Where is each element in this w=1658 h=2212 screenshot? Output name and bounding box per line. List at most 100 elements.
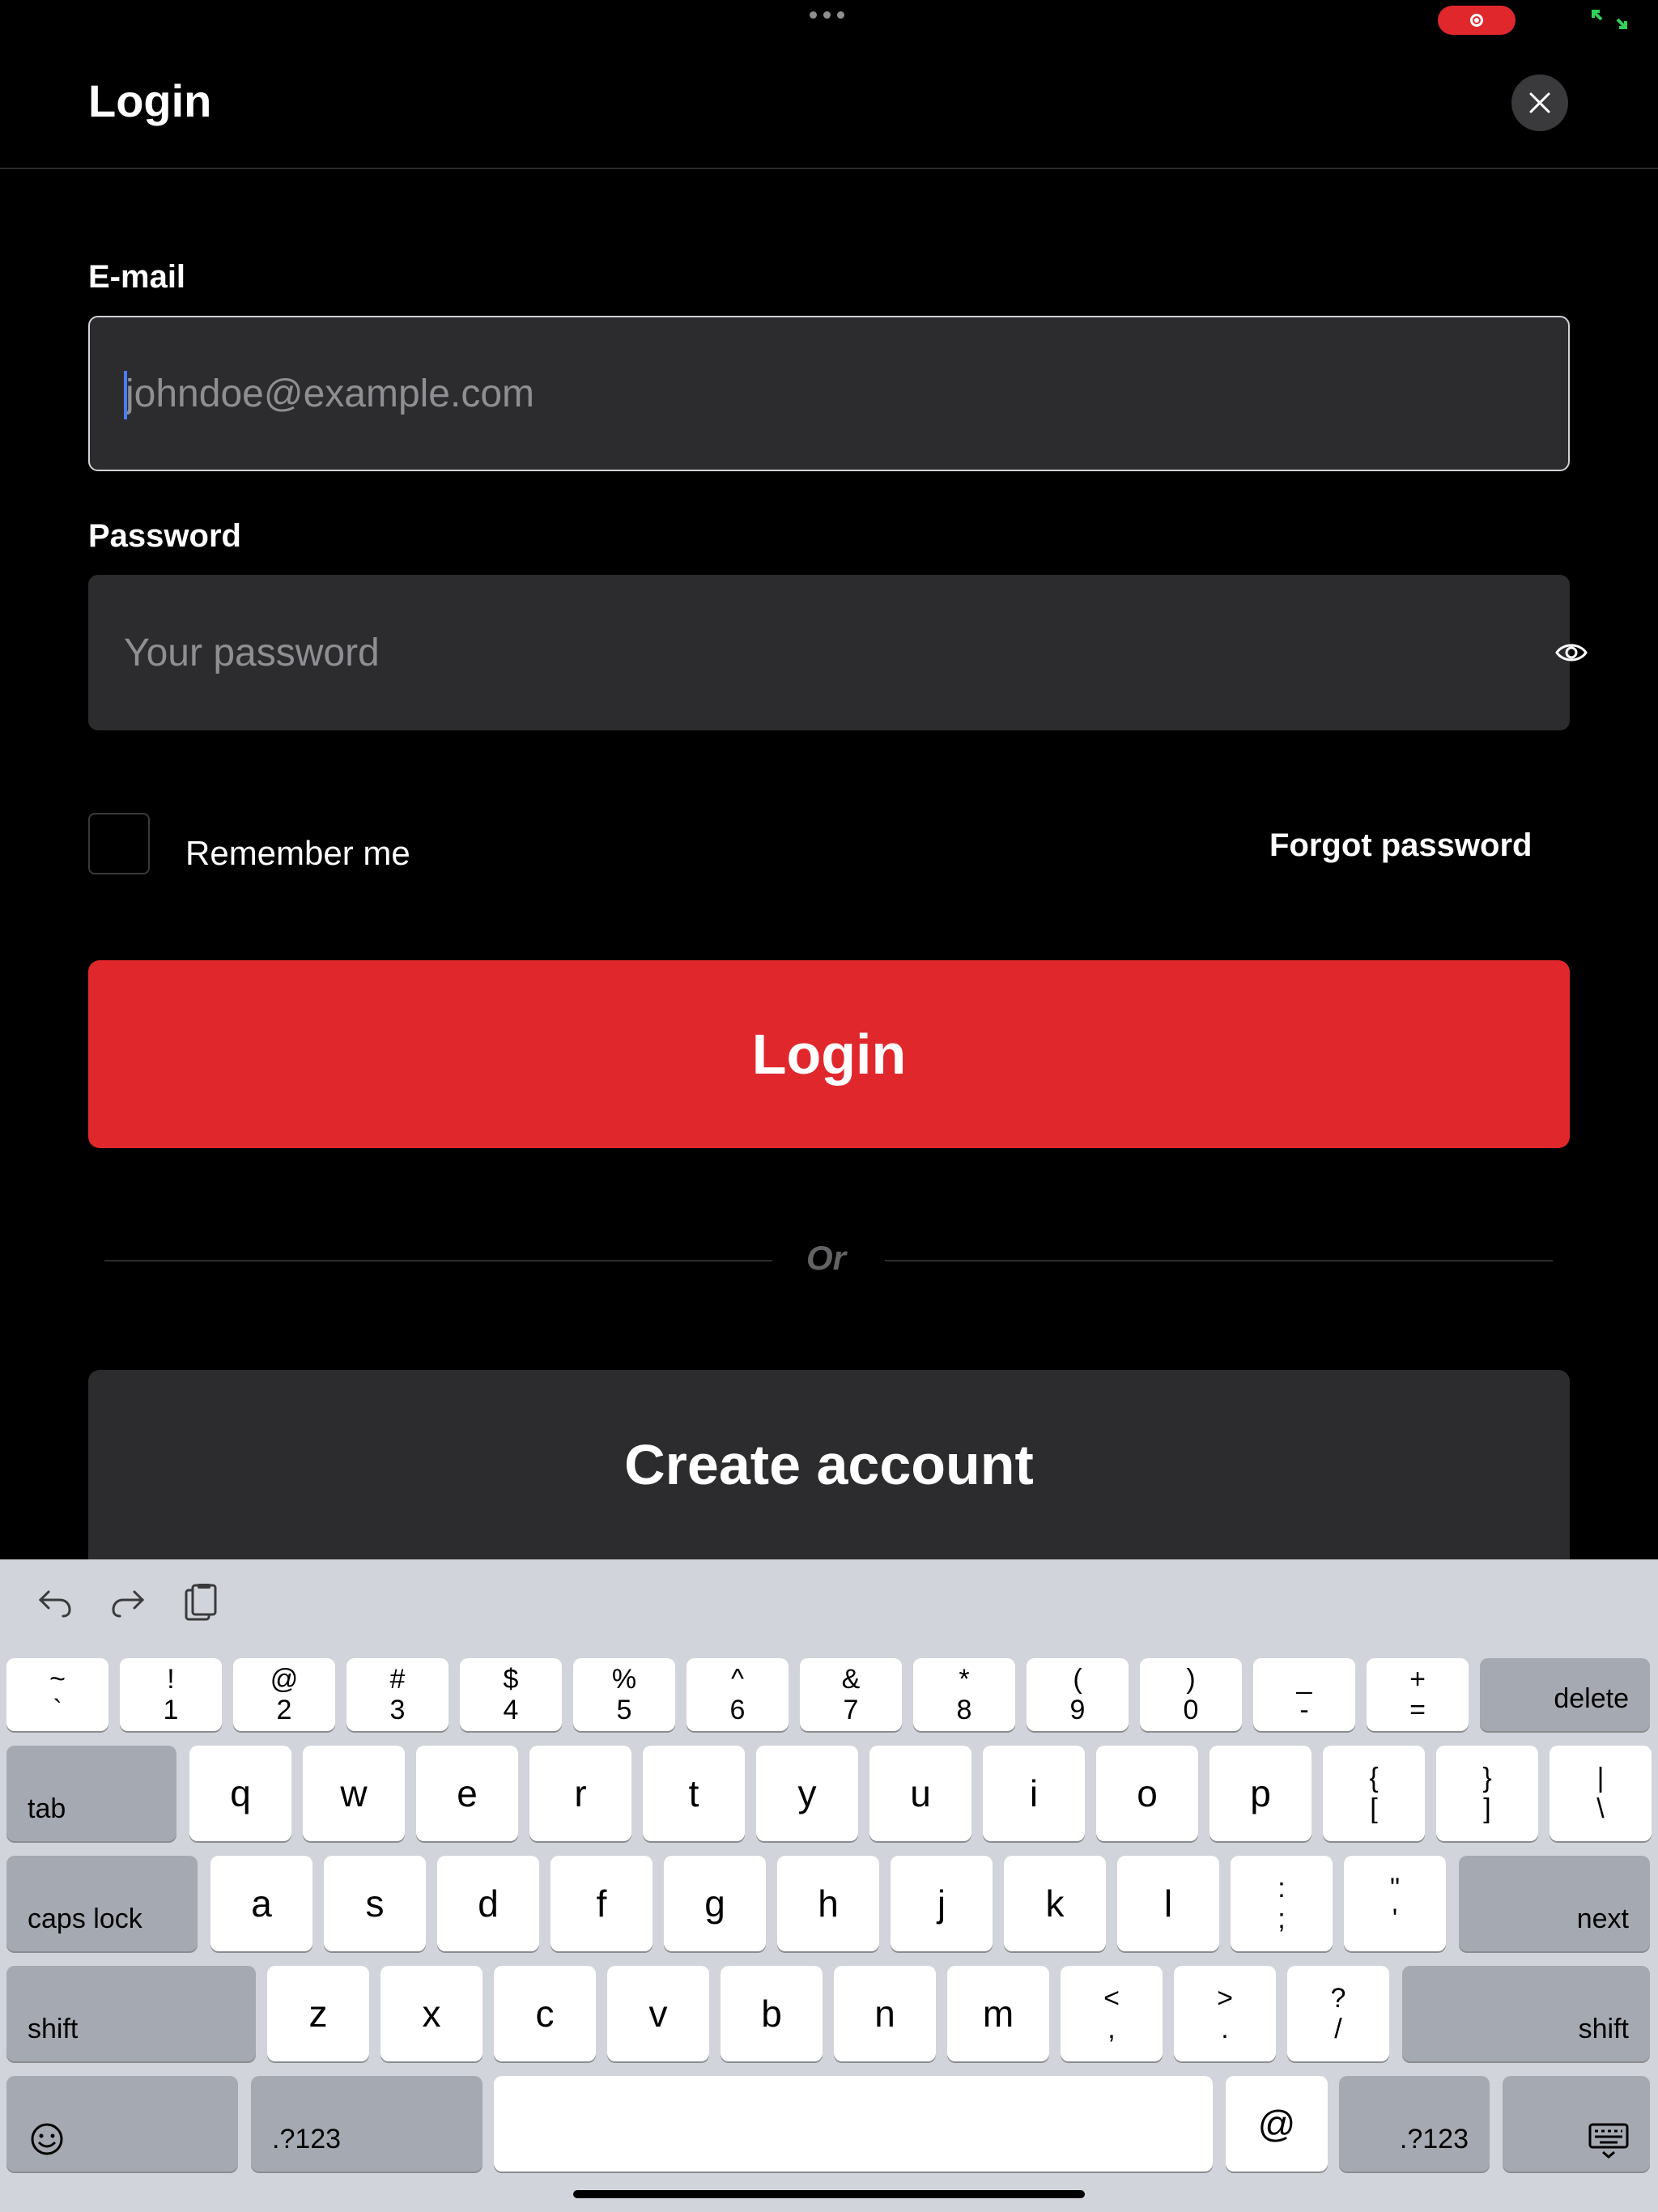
key-j[interactable]: j bbox=[891, 1856, 993, 1951]
numbers-key-left[interactable]: .?123 bbox=[251, 2076, 483, 2172]
key-d[interactable]: d bbox=[437, 1856, 539, 1951]
delete-key[interactable]: delete bbox=[1480, 1658, 1650, 1731]
key-number-10[interactable]: ) 0 bbox=[1140, 1658, 1242, 1731]
key-top-symbol: ~ bbox=[49, 1664, 66, 1695]
key-bottom-symbol: 3 bbox=[389, 1695, 406, 1725]
key-i[interactable]: i bbox=[983, 1746, 1085, 1841]
remember-me-checkbox[interactable] bbox=[88, 813, 150, 874]
key-number-11[interactable]: _ - bbox=[1253, 1658, 1355, 1731]
caps-lock-key[interactable]: caps lock bbox=[6, 1856, 198, 1951]
emoji-key[interactable] bbox=[6, 2076, 238, 2172]
login-button[interactable]: Login bbox=[88, 960, 1570, 1148]
key-number-5[interactable]: % 5 bbox=[573, 1658, 675, 1731]
key-bottom-symbol: , bbox=[1107, 2014, 1116, 2044]
key-bracket-1[interactable]: }] bbox=[1436, 1746, 1538, 1841]
key-slash[interactable]: ? / bbox=[1287, 1966, 1389, 2061]
shift-key-left[interactable]: shift bbox=[6, 1966, 256, 2061]
key-t[interactable]: t bbox=[643, 1746, 745, 1841]
key-top-symbol: ) bbox=[1186, 1664, 1196, 1695]
key-number-1[interactable]: ! 1 bbox=[120, 1658, 222, 1731]
key-bracket-2[interactable]: | \ bbox=[1550, 1746, 1652, 1841]
key-number-8[interactable]: * 8 bbox=[913, 1658, 1015, 1731]
key-semicolon[interactable]: :; bbox=[1231, 1856, 1333, 1951]
key-s[interactable]: s bbox=[324, 1856, 426, 1951]
numbers-key-right[interactable]: .?123 bbox=[1339, 2076, 1490, 2172]
key-f[interactable]: f bbox=[551, 1856, 653, 1951]
key-w[interactable]: w bbox=[303, 1746, 405, 1841]
key-v[interactable]: v bbox=[607, 1966, 709, 2061]
key-top-symbol: < bbox=[1103, 1983, 1120, 2014]
key-quote[interactable]: " ' bbox=[1344, 1856, 1446, 1951]
key-h[interactable]: h bbox=[777, 1856, 879, 1951]
key-n[interactable]: n bbox=[834, 1966, 936, 2061]
multitasking-dots-icon[interactable] bbox=[810, 11, 844, 19]
key-bottom-symbol: \ bbox=[1596, 1793, 1605, 1824]
undo-icon[interactable] bbox=[37, 1584, 73, 1619]
key-number-3[interactable]: #3 bbox=[346, 1658, 449, 1731]
key-a[interactable]: a bbox=[210, 1856, 312, 1951]
key-k[interactable]: k bbox=[1004, 1856, 1106, 1951]
remember-me-label[interactable]: Remember me bbox=[185, 834, 410, 873]
text-cursor bbox=[124, 371, 127, 419]
key-bottom-symbol: / bbox=[1334, 2014, 1342, 2044]
key-top-symbol: : bbox=[1278, 1873, 1286, 1904]
key-number-0[interactable]: ~ ` bbox=[6, 1658, 108, 1731]
key-b[interactable]: b bbox=[721, 1966, 823, 2061]
key-number-7[interactable]: & 7 bbox=[800, 1658, 902, 1731]
key-bottom-symbol: ] bbox=[1483, 1793, 1491, 1824]
email-field-container bbox=[88, 316, 1570, 471]
key-u[interactable]: u bbox=[869, 1746, 971, 1841]
key-number-6[interactable]: ^ 6 bbox=[687, 1658, 789, 1731]
tab-key[interactable]: tab bbox=[6, 1746, 176, 1841]
key-q[interactable]: q bbox=[189, 1746, 291, 1841]
key-label: y bbox=[797, 1772, 817, 1814]
close-button[interactable] bbox=[1511, 74, 1568, 131]
key-period[interactable]: >. bbox=[1174, 1966, 1276, 2061]
key-bottom-symbol: 9 bbox=[1069, 1695, 1086, 1725]
key-o[interactable]: o bbox=[1096, 1746, 1198, 1841]
key-g[interactable]: g bbox=[664, 1856, 766, 1951]
key-top-symbol: @ bbox=[270, 1664, 299, 1695]
key-label: a bbox=[251, 1882, 272, 1925]
key-top-symbol: " bbox=[1389, 1873, 1401, 1904]
key-label: f bbox=[596, 1882, 607, 1925]
email-field[interactable] bbox=[125, 317, 1421, 470]
space-bar[interactable] bbox=[494, 2076, 1213, 2172]
show-password-eye-icon[interactable] bbox=[1555, 638, 1588, 667]
paste-clipboard-icon[interactable] bbox=[183, 1584, 219, 1623]
shift-key-right[interactable]: shift bbox=[1402, 1966, 1650, 2061]
key-bottom-symbol: - bbox=[1299, 1695, 1309, 1725]
key-label: v bbox=[648, 1993, 668, 2035]
key-comma[interactable]: <, bbox=[1061, 1966, 1163, 2061]
key-number-9[interactable]: (9 bbox=[1027, 1658, 1129, 1731]
key-z[interactable]: z bbox=[267, 1966, 369, 2061]
divider-line-left bbox=[104, 1260, 772, 1261]
key-top-symbol: # bbox=[389, 1664, 406, 1695]
key-l[interactable]: l bbox=[1117, 1856, 1219, 1951]
redo-icon[interactable] bbox=[110, 1584, 146, 1619]
home-indicator[interactable] bbox=[573, 2190, 1085, 2198]
dismiss-keyboard-key[interactable] bbox=[1503, 2076, 1650, 2172]
key-label: t bbox=[688, 1772, 699, 1814]
key-number-4[interactable]: $4 bbox=[460, 1658, 562, 1731]
key-e[interactable]: e bbox=[416, 1746, 518, 1841]
key-bottom-symbol: 1 bbox=[163, 1695, 179, 1725]
key-top-symbol: % bbox=[611, 1664, 637, 1695]
create-account-button[interactable]: Create account bbox=[88, 1370, 1570, 1564]
key-bottom-symbol: ` bbox=[53, 1695, 62, 1725]
password-field[interactable] bbox=[124, 575, 1419, 730]
key-number-2[interactable]: @2 bbox=[233, 1658, 335, 1731]
key-bracket-0[interactable]: {[ bbox=[1323, 1746, 1425, 1841]
key-number-12[interactable]: + = bbox=[1367, 1658, 1469, 1731]
forgot-password-link[interactable]: Forgot password bbox=[1269, 827, 1532, 864]
key-c[interactable]: c bbox=[494, 1966, 596, 2061]
key-label: tab bbox=[28, 1793, 66, 1824]
key-at[interactable]: @ bbox=[1226, 2076, 1328, 2172]
key-top-symbol: _ bbox=[1296, 1664, 1312, 1695]
key-m[interactable]: m bbox=[947, 1966, 1049, 2061]
key-x[interactable]: x bbox=[380, 1966, 483, 2061]
next-key[interactable]: next bbox=[1459, 1856, 1650, 1951]
key-y[interactable]: y bbox=[756, 1746, 858, 1841]
key-p[interactable]: p bbox=[1209, 1746, 1312, 1841]
key-r[interactable]: r bbox=[529, 1746, 631, 1841]
